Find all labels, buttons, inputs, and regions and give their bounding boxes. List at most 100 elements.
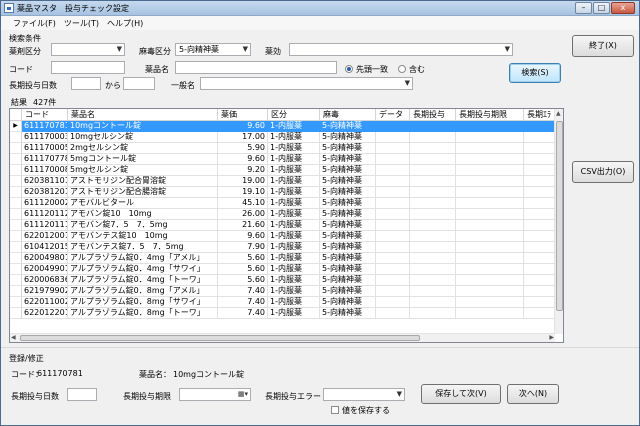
cell-name[interactable]: アモバン錠10 10mg [68,209,218,220]
keep-value-checkbox[interactable] [331,406,339,414]
cell-name[interactable]: アルプラゾラム錠0．4mg「アメル」 [68,253,218,264]
row-header[interactable] [10,132,22,143]
cell-kubun[interactable]: 1-内服薬 [268,187,320,198]
cell-long-term-limit[interactable] [456,308,524,319]
close-window-button[interactable]: x [611,2,635,14]
yakuzai-kubun-select[interactable]: ▼ [51,43,125,56]
cell-name[interactable]: アルプラゾラム錠0．8mg「トーワ」 [68,308,218,319]
row-header[interactable] [10,253,22,264]
cell-code[interactable]: 611170778 [22,154,68,165]
cell-price[interactable]: 5.60 [218,275,268,286]
cell-long-term[interactable] [410,165,456,176]
cell-mayaku[interactable]: 5-向精神薬 [320,187,376,198]
cell-price[interactable]: 17.00 [218,132,268,143]
cell-data[interactable] [376,297,410,308]
edit-error-select[interactable]: ▼ [323,388,405,401]
save-next-button[interactable]: 保存して次(V) [421,384,501,404]
cell-name[interactable]: アルプラゾラム錠0．4mg「トーワ」 [68,275,218,286]
col-header-mayaku[interactable]: 麻毒 [320,109,376,121]
cell-code[interactable]: 611170003 [22,132,68,143]
cell-price[interactable]: 21.60 [218,220,268,231]
cell-name[interactable]: アモバン錠7．5 7．5mg [68,220,218,231]
cell-mayaku[interactable]: 5-向精神薬 [320,165,376,176]
cell-kubun[interactable]: 1-内服薬 [268,297,320,308]
menu-file[interactable]: ファイル(F) [9,16,60,30]
mayaku-kubun-select[interactable]: 5-向精神薬 ▼ [175,43,251,56]
cell-long-term-limit[interactable] [456,121,524,132]
horizontal-scrollbar[interactable]: ◀ ▶ [10,333,555,342]
row-header[interactable] [10,209,22,220]
cell-price[interactable]: 7.90 [218,242,268,253]
cell-code[interactable]: 611120112 [22,209,68,220]
row-header[interactable] [10,286,22,297]
cell-long-term[interactable] [410,220,456,231]
cell-kubun[interactable]: 1-内服薬 [268,132,320,143]
cell-long-term-limit[interactable] [456,253,524,264]
maximize-button[interactable]: □ [593,2,610,14]
col-header-price[interactable]: 薬価 [218,109,268,121]
days-from-input[interactable] [71,77,101,90]
cell-kubun[interactable]: 1-内服薬 [268,253,320,264]
col-header-name[interactable]: 薬品名 [68,109,218,121]
minimize-button[interactable]: – [575,2,592,14]
cell-long-term-limit[interactable] [456,209,524,220]
col-header-kubun[interactable]: 区分 [268,109,320,121]
cell-mayaku[interactable]: 5-向精神薬 [320,121,376,132]
cell-mayaku[interactable]: 5-向精神薬 [320,176,376,187]
cell-code[interactable]: 611120002 [22,198,68,209]
cell-mayaku[interactable]: 5-向精神薬 [320,264,376,275]
match-prefix-radio[interactable] [345,65,353,73]
col-header-long-term-limit[interactable]: 長期投与期限 [456,109,524,121]
row-header[interactable] [10,231,22,242]
row-header[interactable] [10,143,22,154]
cell-long-term-limit[interactable] [456,286,524,297]
vertical-scrollbar[interactable]: ▲ [554,109,563,334]
cell-long-term-limit[interactable] [456,176,524,187]
cell-data[interactable] [376,154,410,165]
row-header[interactable] [10,297,22,308]
row-header[interactable] [10,275,22,286]
cell-code[interactable]: 620381201 [22,187,68,198]
cell-name[interactable]: アルプラゾラム錠0．8mg「アメル」 [68,286,218,297]
cell-long-term-limit[interactable] [456,154,524,165]
drug-name-input[interactable] [175,61,337,74]
cell-code[interactable]: 620049801 [22,253,68,264]
cell-mayaku[interactable]: 5-向精神薬 [320,231,376,242]
row-header[interactable] [10,264,22,275]
cell-data[interactable] [376,242,410,253]
cell-mayaku[interactable]: 5-向精神薬 [320,253,376,264]
cell-data[interactable] [376,187,410,198]
generic-name-select[interactable]: ▼ [200,77,413,90]
cell-name[interactable]: 10mgコントール錠 [68,121,218,132]
cell-data[interactable] [376,132,410,143]
row-header[interactable] [10,242,22,253]
cell-long-term[interactable] [410,253,456,264]
cell-long-term-limit[interactable] [456,220,524,231]
cell-long-term[interactable] [410,121,456,132]
row-header[interactable] [10,308,22,319]
cell-mayaku[interactable]: 5-向精神薬 [320,297,376,308]
cell-price[interactable]: 5.90 [218,143,268,154]
cell-long-term[interactable] [410,242,456,253]
cell-mayaku[interactable]: 5-向精神薬 [320,132,376,143]
cell-kubun[interactable]: 1-内服薬 [268,176,320,187]
cell-data[interactable] [376,121,410,132]
cell-price[interactable]: 9.60 [218,154,268,165]
results-grid[interactable]: コード 薬品名 薬価 区分 麻毒 データ 長期投与 長期投与期限 長期ｴﾗ ▶ 6… [9,108,564,343]
edit-days-input[interactable] [67,388,97,401]
cell-long-term[interactable] [410,198,456,209]
cell-data[interactable] [376,143,410,154]
cell-kubun[interactable]: 1-内服薬 [268,143,320,154]
cell-kubun[interactable]: 1-内服薬 [268,209,320,220]
cell-name[interactable]: アストモリジン配合胃溶錠 [68,176,218,187]
cell-price[interactable]: 9.60 [218,121,268,132]
cell-price[interactable]: 19.00 [218,176,268,187]
cell-long-term[interactable] [410,187,456,198]
cell-name[interactable]: 5mgセルシン錠 [68,165,218,176]
cell-long-term-limit[interactable] [456,198,524,209]
cell-code[interactable]: 610412015 [22,242,68,253]
cell-long-term-limit[interactable] [456,242,524,253]
cell-long-term-limit[interactable] [456,165,524,176]
cell-long-term[interactable] [410,264,456,275]
cell-code[interactable]: 620381101 [22,176,68,187]
